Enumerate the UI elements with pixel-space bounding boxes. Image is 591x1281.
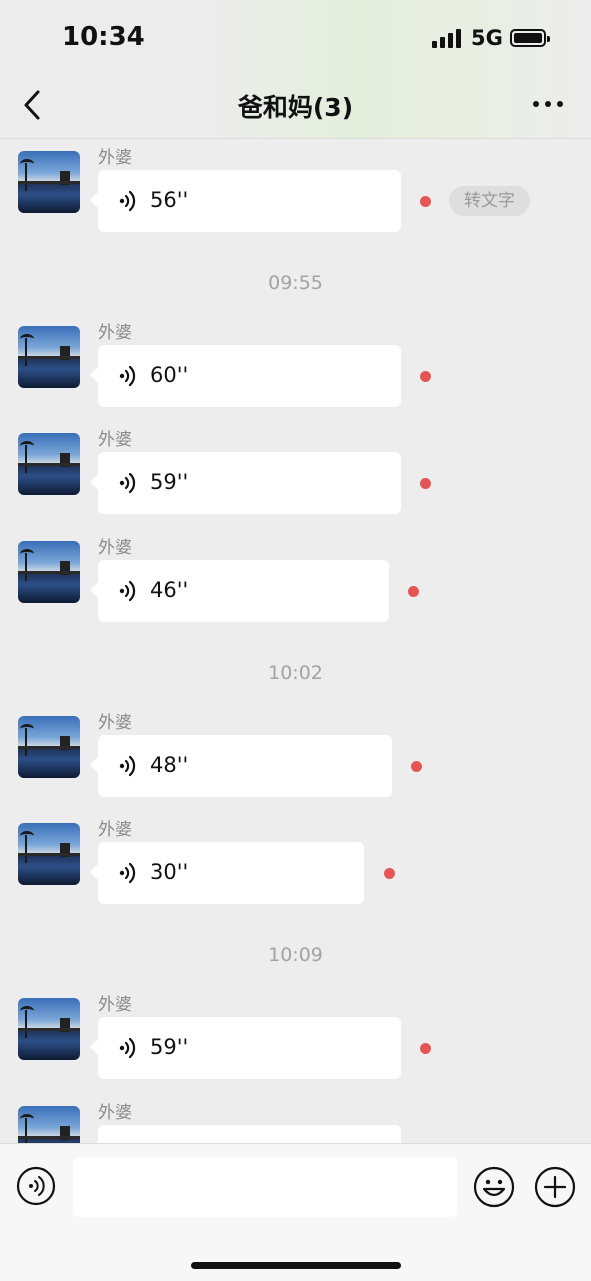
voice-wave-icon (119, 755, 136, 777)
sender-name: 外婆 (98, 995, 132, 1015)
voice-message: 外婆 46'' (0, 529, 591, 629)
voice-message: 外婆 56'' 转文字 (0, 139, 591, 239)
network-type: 5G (471, 26, 503, 50)
cellular-signal-icon (432, 28, 464, 48)
more-options-button[interactable] (532, 100, 564, 108)
avatar[interactable] (18, 433, 80, 495)
avatar[interactable] (18, 1106, 80, 1143)
sender-name: 外婆 (98, 148, 132, 168)
sender-name: 外婆 (98, 1103, 132, 1123)
sender-name: 外婆 (98, 323, 132, 343)
message-list[interactable]: 外婆 56'' 转文字 09:55 外婆 60'' 外婆 59'' 外婆 46'… (0, 139, 591, 1143)
voice-message: 外婆 (0, 1094, 591, 1143)
timestamp: 09:55 (268, 272, 323, 294)
avatar[interactable] (18, 716, 80, 778)
voice-wave-icon (119, 472, 136, 494)
status-time: 10:34 (62, 22, 145, 52)
emoji-button[interactable] (473, 1166, 515, 1208)
voice-message: 外婆 48'' (0, 704, 591, 804)
unread-dot (420, 371, 431, 382)
voice-duration: 48'' (150, 753, 189, 777)
convert-to-text-button[interactable]: 转文字 (449, 186, 530, 216)
voice-wave-icon (119, 1037, 136, 1059)
voice-bubble[interactable]: 60'' (90, 345, 401, 407)
avatar[interactable] (18, 823, 80, 885)
chat-title: 爸和妈(3) (237, 93, 354, 122)
voice-wave-icon (119, 862, 136, 884)
avatar[interactable] (18, 998, 80, 1060)
avatar[interactable] (18, 541, 80, 603)
timestamp: 10:02 (268, 662, 323, 684)
unread-dot (420, 196, 431, 207)
unread-dot (408, 586, 419, 597)
plus-button[interactable] (534, 1166, 576, 1208)
voice-duration: 59'' (150, 1035, 189, 1059)
voice-bubble[interactable]: 46'' (90, 560, 389, 622)
voice-bubble[interactable]: 59'' (90, 452, 401, 514)
home-indicator[interactable] (191, 1262, 401, 1269)
voice-message: 外婆 59'' (0, 421, 591, 521)
voice-input-button[interactable] (16, 1166, 56, 1206)
voice-message: 外婆 60'' (0, 314, 591, 414)
voice-bubble[interactable] (98, 1125, 401, 1143)
unread-dot (411, 761, 422, 772)
voice-message: 外婆 59'' (0, 986, 591, 1086)
voice-bubble[interactable]: 30'' (90, 842, 364, 904)
avatar[interactable] (18, 151, 80, 213)
voice-duration: 30'' (150, 860, 189, 884)
unread-dot (420, 1043, 431, 1054)
voice-bubble[interactable]: 48'' (90, 735, 392, 797)
sender-name: 外婆 (98, 713, 132, 733)
avatar[interactable] (18, 326, 80, 388)
voice-bubble[interactable]: 59'' (90, 1017, 401, 1079)
battery-icon (510, 29, 550, 47)
message-input[interactable] (73, 1157, 457, 1217)
timestamp: 10:09 (268, 944, 323, 966)
voice-duration: 46'' (150, 578, 189, 602)
voice-duration: 60'' (150, 363, 189, 387)
voice-wave-icon (119, 365, 136, 387)
sender-name: 外婆 (98, 820, 132, 840)
voice-wave-icon (119, 190, 136, 212)
input-bar (0, 1143, 591, 1281)
unread-dot (420, 478, 431, 489)
voice-wave-icon (119, 580, 136, 602)
sender-name: 外婆 (98, 538, 132, 558)
voice-message: 外婆 30'' (0, 811, 591, 911)
voice-duration: 56'' (150, 188, 189, 212)
voice-duration: 59'' (150, 470, 189, 494)
unread-dot (384, 868, 395, 879)
sender-name: 外婆 (98, 430, 132, 450)
voice-bubble[interactable]: 56'' (90, 170, 401, 232)
top-bar: 10:34 5G 爸和妈(3) (0, 0, 591, 139)
